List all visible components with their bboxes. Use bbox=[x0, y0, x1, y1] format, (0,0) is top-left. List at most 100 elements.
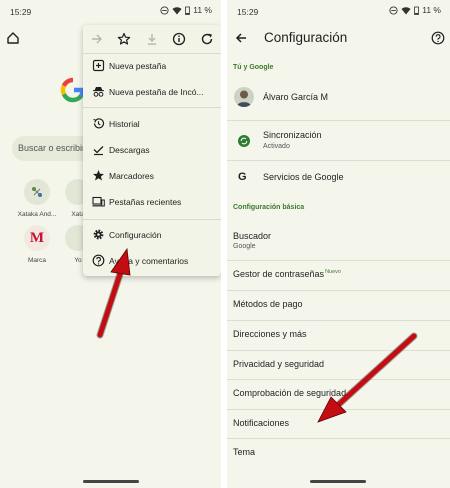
menu-divider bbox=[83, 107, 221, 108]
privacy-security-row[interactable]: Privacidad y seguridad bbox=[227, 352, 450, 378]
row-divider bbox=[227, 379, 450, 380]
shortcut-marca[interactable]: M Marca bbox=[17, 225, 57, 264]
battery-icon bbox=[414, 6, 420, 15]
menu-item-label: Descargas bbox=[109, 145, 150, 155]
history-icon bbox=[93, 118, 105, 129]
row-divider bbox=[227, 160, 450, 161]
menu-item-help[interactable]: Ayuda y comentarios bbox=[83, 250, 221, 272]
account-name: Álvaro García M bbox=[263, 92, 329, 102]
avatar-person-icon bbox=[236, 90, 252, 107]
battery-icon bbox=[185, 6, 191, 15]
overflow-menu: Nueva pestaña Nueva pestaña de Incó... H… bbox=[83, 25, 221, 276]
section-header-you-and-google: Tú y Google bbox=[233, 64, 274, 71]
home-icon[interactable] bbox=[6, 31, 20, 45]
row-label: Métodos de pago bbox=[233, 299, 303, 309]
row-label: Tema bbox=[233, 447, 256, 457]
row-divider bbox=[227, 438, 450, 439]
shortcut-label: Xataka And... bbox=[17, 211, 57, 218]
section-header-basic-settings: Configuración básica bbox=[233, 204, 305, 211]
forward-icon[interactable] bbox=[90, 32, 104, 46]
incognito-icon bbox=[93, 87, 104, 97]
payment-methods-row[interactable]: Métodos de pago bbox=[227, 292, 450, 318]
theme-row[interactable]: Tema bbox=[227, 440, 450, 466]
menu-item-history[interactable]: Historial bbox=[83, 113, 221, 135]
sync-status: Activado bbox=[263, 143, 290, 150]
account-row[interactable]: Álvaro García M bbox=[227, 82, 450, 112]
safety-check-row[interactable]: Comprobación de seguridad bbox=[227, 381, 450, 407]
row-label: Direcciones y más bbox=[233, 329, 307, 339]
bookmarks-icon bbox=[93, 170, 104, 181]
wifi-icon bbox=[401, 6, 411, 14]
download-icon[interactable] bbox=[145, 32, 159, 46]
new-badge: Nuevo bbox=[325, 269, 341, 275]
search-engine-row[interactable]: Buscador Google bbox=[227, 226, 450, 256]
status-time: 15:29 bbox=[237, 7, 259, 17]
sync-row[interactable]: Sincronización Activado bbox=[227, 126, 450, 156]
menu-item-label: Pestañas recientes bbox=[109, 197, 182, 207]
status-time: 15:29 bbox=[10, 7, 32, 17]
right-phone-screen: 15:29 11 % Configuración Tú y Google Álv… bbox=[227, 0, 450, 488]
password-manager-row[interactable]: Gestor de contraseñasNuevo bbox=[227, 262, 450, 288]
page-title: Configuración bbox=[264, 30, 348, 45]
battery-level: 11 % bbox=[422, 5, 441, 15]
avatar bbox=[234, 87, 254, 107]
row-label: Notificaciones bbox=[233, 418, 290, 428]
search-engine-value: Google bbox=[233, 243, 256, 250]
row-divider bbox=[227, 409, 450, 410]
menu-toolbar bbox=[83, 25, 221, 53]
nav-gesture-handle[interactable] bbox=[83, 480, 139, 483]
help-icon[interactable] bbox=[431, 31, 445, 45]
menu-item-label: Marcadores bbox=[109, 171, 154, 181]
star-icon[interactable] bbox=[117, 32, 131, 46]
downloads-icon bbox=[93, 146, 104, 156]
google-g-icon: G bbox=[238, 171, 247, 183]
notifications-row[interactable]: Notificaciones bbox=[227, 411, 450, 437]
addresses-row[interactable]: Direcciones y más bbox=[227, 322, 450, 348]
recent-tabs-icon bbox=[92, 196, 105, 207]
left-phone-screen: 15:29 11 % Buscar o escribir Xataka And.… bbox=[0, 0, 221, 488]
row-divider bbox=[227, 260, 450, 261]
dnd-icon bbox=[160, 5, 169, 15]
menu-item-incognito-tab[interactable]: Nueva pestaña de Incó... bbox=[83, 81, 221, 103]
row-label: Comprobación de seguridad bbox=[233, 388, 347, 398]
status-bar: 15:29 11 % bbox=[0, 0, 221, 22]
row-divider bbox=[227, 350, 450, 351]
menu-item-label: Nueva pestaña bbox=[109, 61, 167, 71]
menu-item-bookmarks[interactable]: Marcadores bbox=[83, 165, 221, 187]
shortcut-xataka-android[interactable]: Xataka And... bbox=[17, 179, 57, 218]
new-tab-icon bbox=[92, 59, 105, 72]
menu-item-recent-tabs[interactable]: Pestañas recientes bbox=[83, 191, 221, 213]
status-bar: 15:29 11 % bbox=[227, 0, 450, 22]
menu-item-label: Ayuda y comentarios bbox=[109, 256, 189, 266]
search-engine-title: Buscador bbox=[233, 231, 272, 241]
info-icon[interactable] bbox=[172, 32, 186, 46]
row-divider bbox=[227, 320, 450, 321]
settings-gear-icon bbox=[93, 229, 104, 240]
app-bar: Configuración bbox=[227, 22, 450, 54]
menu-divider bbox=[83, 53, 221, 54]
google-services-label: Servicios de Google bbox=[263, 172, 344, 182]
battery-level: 11 % bbox=[193, 5, 212, 15]
shortcut-label: Marca bbox=[27, 257, 47, 264]
xataka-icon bbox=[32, 187, 42, 197]
nav-gesture-handle[interactable] bbox=[310, 480, 366, 483]
google-services-row[interactable]: G Servicios de Google bbox=[227, 165, 450, 189]
row-label: Privacidad y seguridad bbox=[233, 359, 325, 369]
marca-icon: M bbox=[29, 229, 45, 246]
wifi-icon bbox=[172, 6, 182, 14]
back-arrow-icon[interactable] bbox=[234, 31, 248, 45]
row-divider bbox=[227, 120, 450, 121]
row-divider bbox=[227, 290, 450, 291]
sync-icon bbox=[238, 135, 250, 147]
menu-item-label: Historial bbox=[109, 119, 140, 129]
sync-title: Sincronización bbox=[263, 130, 322, 140]
menu-item-settings[interactable]: Configuración bbox=[83, 224, 221, 246]
refresh-icon[interactable] bbox=[200, 32, 214, 46]
menu-divider bbox=[83, 219, 221, 220]
menu-item-label: Configuración bbox=[109, 230, 162, 240]
menu-item-new-tab[interactable]: Nueva pestaña bbox=[83, 55, 221, 77]
password-manager-label: Gestor de contraseñas bbox=[233, 269, 325, 279]
menu-item-downloads[interactable]: Descargas bbox=[83, 139, 221, 161]
menu-item-label: Nueva pestaña de Incó... bbox=[109, 87, 204, 97]
help-icon bbox=[92, 254, 105, 267]
